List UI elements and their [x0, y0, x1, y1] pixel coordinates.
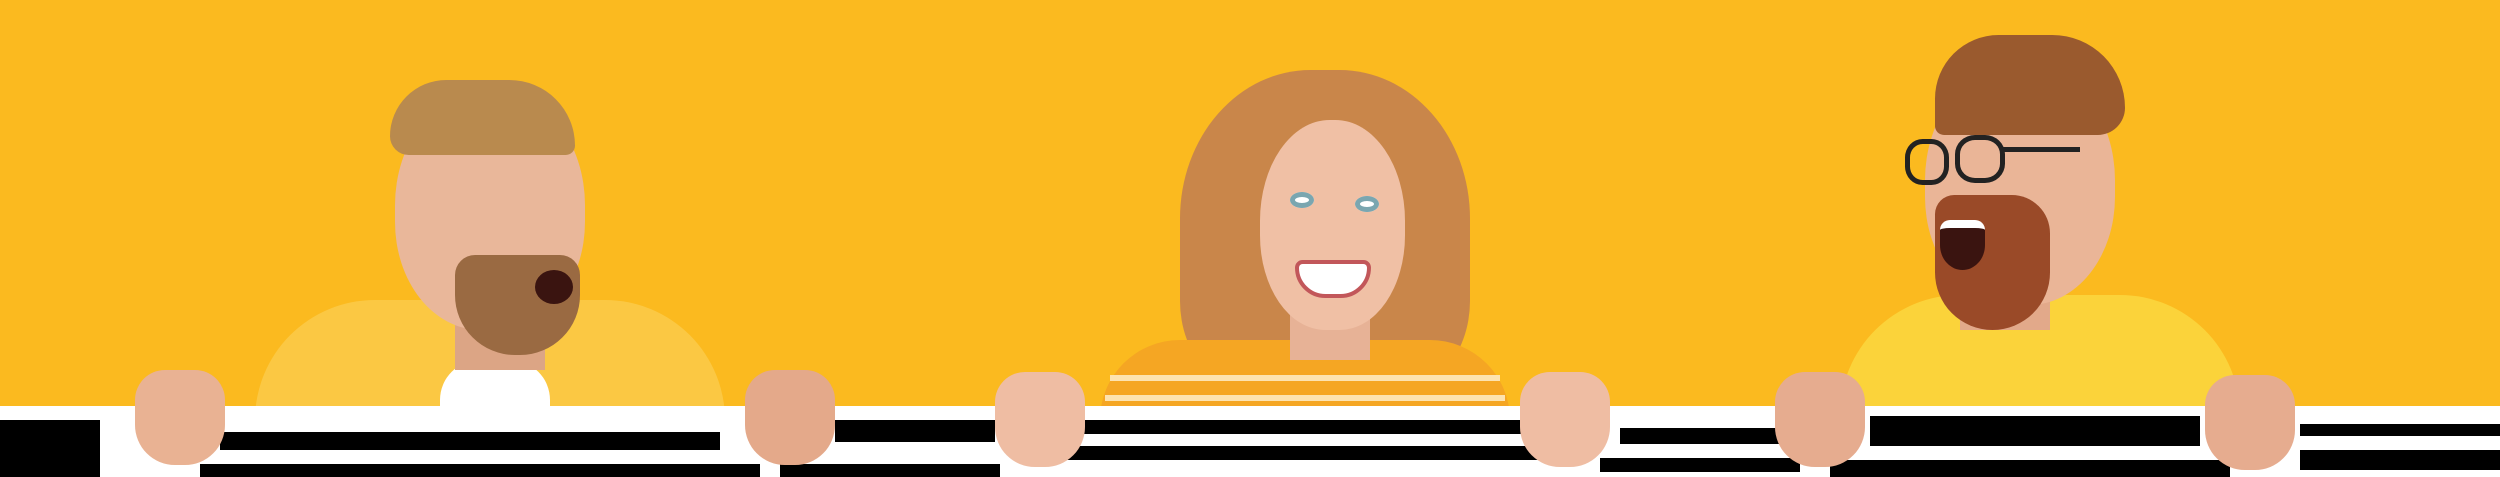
board-band-12 [2300, 424, 2500, 436]
eye-middle-left [1290, 192, 1314, 208]
hand-left-2 [745, 370, 835, 465]
mouth-right [1940, 220, 1985, 270]
board-band-4 [835, 420, 995, 442]
board-band-9 [1600, 458, 1800, 472]
head-middle [1260, 120, 1405, 330]
board-band-8 [1620, 428, 1780, 444]
hand-right-1 [1775, 372, 1865, 467]
board-band-11 [1830, 460, 2230, 477]
white-board [0, 406, 2500, 477]
board-band-5 [780, 464, 1000, 477]
board-band-13 [2300, 450, 2500, 470]
hair-left [390, 80, 575, 155]
hand-left-1 [135, 370, 225, 465]
board-band-1 [0, 420, 100, 477]
mouth-left [535, 270, 573, 304]
shirt-stripe-1 [1110, 375, 1500, 381]
hair-right [1935, 35, 2125, 135]
board-band-3 [200, 464, 760, 477]
board-band-2 [220, 432, 720, 450]
board-band-6 [1080, 420, 1530, 434]
eye-middle-right [1355, 196, 1379, 212]
glasses-icon [1905, 135, 2080, 185]
hand-middle-1 [995, 372, 1085, 467]
shirt-stripe-2 [1105, 395, 1505, 401]
hand-middle-2 [1520, 372, 1610, 467]
board-band-10 [1870, 416, 2200, 446]
hand-right-2 [2205, 375, 2295, 470]
photo-scene [0, 0, 2500, 477]
board-band-7 [1060, 446, 1540, 460]
